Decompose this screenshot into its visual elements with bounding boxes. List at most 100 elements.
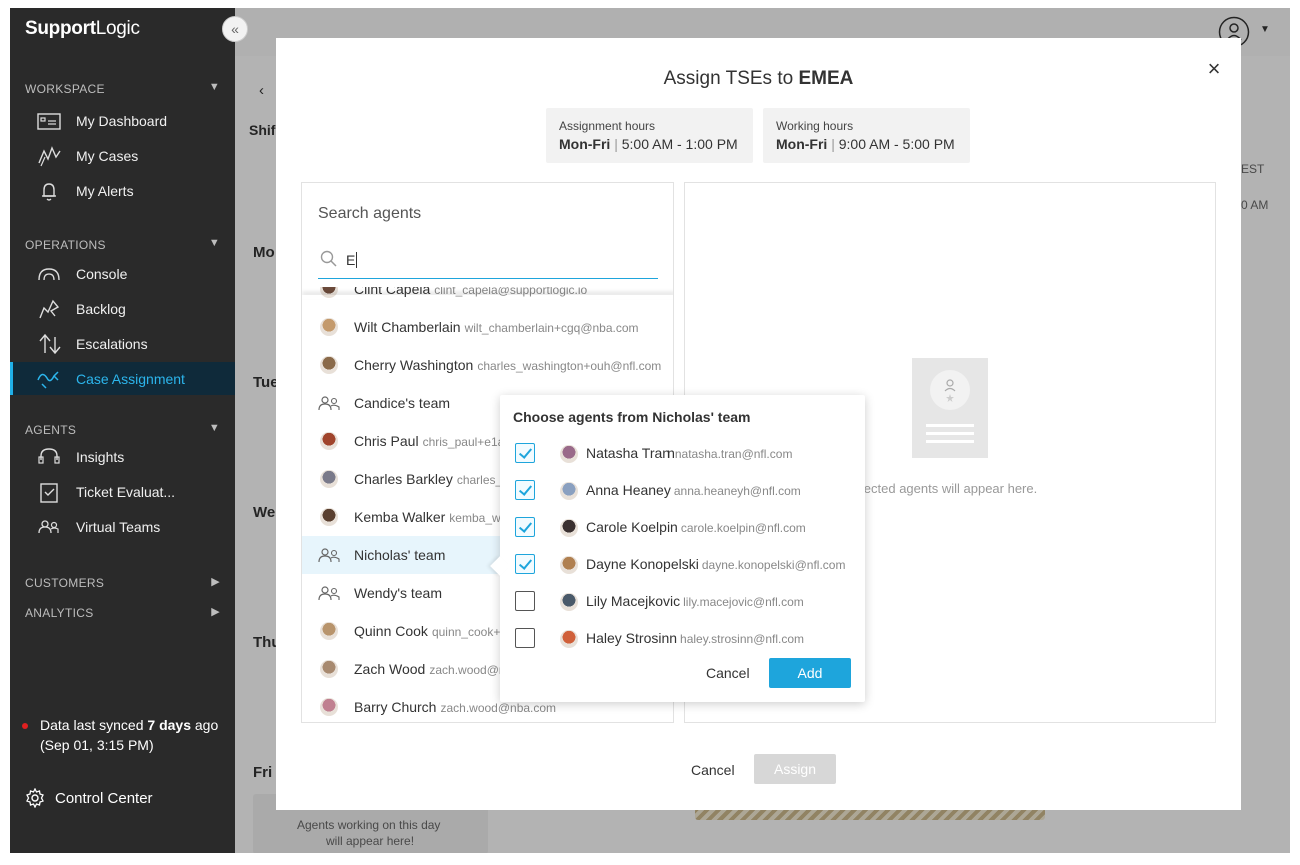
popover-cancel-button[interactable]: Cancel	[706, 665, 750, 681]
member-email: haley.strosinn@nfl.com	[680, 632, 805, 646]
sidebar-item-label: Virtual Teams	[76, 519, 161, 535]
avatar	[320, 356, 338, 374]
sync-status: Data last synced 7 days ago (Sep 01, 3:1…	[22, 715, 222, 755]
team-member-row[interactable]: Natasha Trannnatasha.tran@nfl.com	[500, 435, 865, 472]
app-window: ‹ Shif EST 0 AM Mo Tue We Thu Fri Agents…	[10, 8, 1290, 853]
bell-icon	[42, 183, 56, 201]
working-hours-box: Working hours Mon-Fri | 9:00 AM - 5:00 P…	[763, 108, 970, 163]
agent-label: Cherry Washington charles_washington+ouh@…	[354, 357, 661, 373]
sidebar-item-backlog[interactable]: Backlog	[10, 292, 235, 325]
agent-list-item[interactable]: Cherry Washington charles_washington+ouh@…	[302, 346, 673, 384]
avatar	[560, 519, 578, 537]
member-name: Anna Heaney	[586, 482, 671, 498]
section-agents[interactable]: AGENTS ▼	[25, 422, 220, 437]
double-chevron-left-icon[interactable]: «	[222, 16, 248, 42]
avatar	[320, 622, 338, 640]
agent-name: Candice's team	[354, 395, 451, 411]
member-checkbox[interactable]	[515, 443, 535, 463]
agent-email: zach.wood@nba.com	[440, 701, 557, 715]
member-label: Carole Koelpin carole.koelpin@nfl.com	[586, 519, 806, 535]
agent-email: wilt_chamberlain+cgq@nba.com	[464, 321, 639, 335]
team-member-row[interactable]: Lily Macejkovic lily.macejovic@nfl.com	[500, 583, 865, 620]
agent-label: Kemba Walker kemba_w	[354, 509, 501, 525]
member-label: Anna Heaney anna.heaneyh@nfl.com	[586, 482, 801, 498]
team-member-row[interactable]: Haley Strosinn haley.strosinn@nfl.com	[500, 620, 865, 657]
sidebar-item-my-alerts[interactable]: My Alerts	[10, 174, 235, 207]
backlog-icon	[39, 299, 60, 319]
search-value[interactable]: E	[346, 252, 358, 268]
section-customers[interactable]: CUSTOMERS ▶	[25, 576, 220, 590]
sidebar-item-virtual-teams[interactable]: Virtual Teams	[10, 510, 235, 543]
agent-label: Wilt Chamberlain wilt_chamberlain+cgq@nba…	[354, 319, 639, 335]
sidebar-item-insights[interactable]: Insights	[10, 440, 235, 473]
control-center-link[interactable]: Control Center	[25, 787, 153, 812]
clipboard-check-icon	[40, 483, 58, 503]
sidebar-item-my-cases[interactable]: My Cases	[10, 139, 235, 172]
sidebar-item-escalations[interactable]: Escalations	[10, 327, 235, 360]
empty-state-illustration	[912, 358, 988, 458]
member-checkbox[interactable]	[515, 628, 535, 648]
dashboard-icon	[37, 113, 61, 130]
sidebar-item-label: Ticket Evaluat...	[76, 484, 176, 500]
agent-name: Wilt Chamberlain	[354, 319, 461, 335]
agent-list-item[interactable]: Wilt Chamberlain wilt_chamberlain+cgq@nba…	[302, 308, 673, 346]
member-email: carole.koelpin@nfl.com	[680, 521, 806, 535]
sidebar-item-label: Escalations	[76, 336, 148, 352]
agent-label: Zach Wood zach.wood@n	[354, 661, 506, 677]
member-checkbox[interactable]	[515, 480, 535, 500]
close-icon[interactable]: ×	[1204, 58, 1224, 80]
empty-state-text: Selected agents will appear here.	[845, 481, 1038, 496]
sidebar-item-label: My Alerts	[76, 183, 134, 199]
search-icon	[320, 250, 337, 267]
modal-title: Assign TSEs to EMEA	[663, 68, 854, 89]
sidebar-item-console[interactable]: Console	[10, 257, 235, 290]
sidebar-item-label: My Dashboard	[76, 113, 168, 129]
avatar	[560, 556, 578, 574]
expand-arrow-icon: ▶	[211, 576, 220, 588]
agent-label: Quinn Cook quinn_cook+	[354, 623, 500, 639]
member-name: Haley Strosinn	[586, 630, 678, 646]
collapse-arrow-icon: ▼	[208, 237, 220, 249]
agent-email: chris_paul+e1a	[422, 435, 505, 449]
avatar	[560, 482, 578, 500]
avatar	[320, 660, 338, 678]
sidebar-item-ticket-evaluation[interactable]: Ticket Evaluat...	[10, 475, 235, 508]
agent-label: Nicholas' team	[354, 547, 445, 563]
agent-name: Barry Church	[354, 699, 437, 715]
team-members-popover: Choose agents from Nicholas' team Natash…	[490, 395, 865, 702]
avatar	[320, 470, 338, 488]
member-checkbox[interactable]	[515, 554, 535, 574]
section-operations[interactable]: OPERATIONS ▼	[25, 237, 220, 252]
member-label: Haley Strosinn haley.strosinn@nfl.com	[586, 630, 804, 646]
working-hours-label: Working hours	[776, 119, 854, 133]
sidebar-item-my-dashboard[interactable]: My Dashboard	[10, 104, 235, 137]
search-agents-label: Search agents	[318, 205, 422, 222]
avatar	[320, 698, 338, 716]
agent-email: charles_washington+ouh@nfl.com	[477, 359, 662, 373]
member-name: Dayne Konopelski	[586, 556, 699, 572]
gauge-icon	[38, 268, 60, 281]
sidebar-item-case-assignment[interactable]: Case Assignment	[10, 362, 235, 395]
modal-cancel-button[interactable]: Cancel	[691, 762, 735, 778]
popover-add-button[interactable]: Add	[769, 658, 851, 688]
section-analytics[interactable]: ANALYTICS ▶	[25, 606, 220, 620]
member-label: Natasha Trannnatasha.tran@nfl.com	[586, 445, 792, 461]
avatar	[320, 508, 338, 526]
agent-email: kemba_w	[449, 511, 501, 525]
assign-button[interactable]: Assign	[754, 754, 836, 784]
cases-icon	[38, 146, 61, 167]
agent-name: Cherry Washington	[354, 357, 474, 373]
agent-email: zach.wood@n	[429, 663, 506, 677]
member-checkbox[interactable]	[515, 517, 535, 537]
team-member-row[interactable]: Carole Koelpin carole.koelpin@nfl.com	[500, 509, 865, 546]
section-workspace[interactable]: WORKSPACE ▼	[25, 81, 220, 96]
team-member-row[interactable]: Anna Heaney anna.heaneyh@nfl.com	[500, 472, 865, 509]
team-member-row[interactable]: Dayne Konopelski dayne.konopelski@nfl.com	[500, 546, 865, 583]
agent-name: Quinn Cook	[354, 623, 428, 639]
agent-label: Chris Paul chris_paul+e1a	[354, 433, 504, 449]
team-icon	[318, 396, 340, 411]
search-input[interactable]: E	[318, 245, 658, 279]
sidebar-item-label: Backlog	[76, 301, 126, 317]
agent-name: Chris Paul	[354, 433, 419, 449]
member-checkbox[interactable]	[515, 591, 535, 611]
